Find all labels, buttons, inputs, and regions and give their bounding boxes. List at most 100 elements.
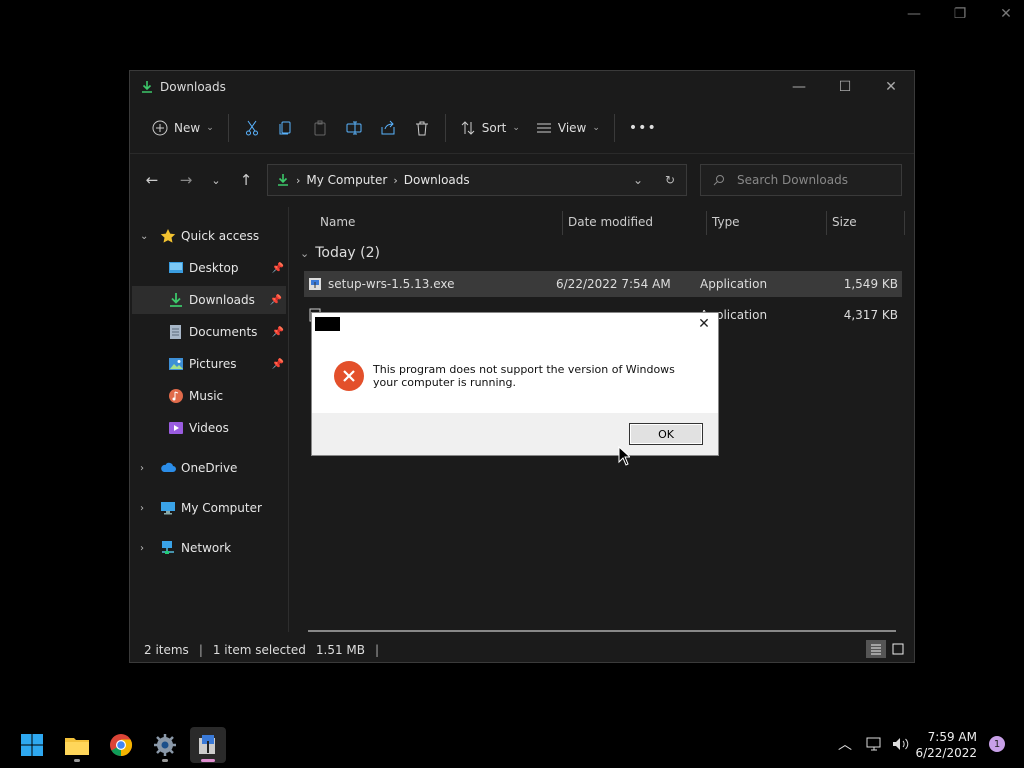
dialog-close-button[interactable]: ✕ [694,315,714,333]
start-button[interactable] [14,727,50,763]
item-count: 2 items [144,643,189,657]
sidebar-item-videos[interactable]: Videos [130,414,288,442]
minimize-icon[interactable]: — [906,6,922,22]
clock-time: 7:59 AM [927,730,977,744]
file-type: Application [700,277,768,291]
rename-button[interactable] [337,110,371,146]
tiles-view-button[interactable] [888,640,908,658]
installer-icon [199,735,215,754]
cloud-icon [161,462,176,472]
chevron-right-icon[interactable]: › [140,463,144,474]
sidebar-item-pictures[interactable]: Pictures 📌 [130,350,288,378]
sidebar-item-music[interactable]: Music [130,382,288,410]
chevron-down-icon: ⌄ [592,123,600,133]
more-options-button[interactable]: ••• [621,110,665,146]
chevron-down-icon[interactable]: ⌄ [140,231,148,242]
sort-label: Sort [481,121,507,135]
sort-button[interactable]: Sort ⌄ [452,110,528,146]
table-row[interactable]: setup-wrs-1.5.13.exe 6/22/2022 7:54 AM A… [304,271,902,297]
cut-button[interactable] [235,110,269,146]
close-button[interactable]: ✕ [868,71,914,103]
refresh-button[interactable]: ↻ [654,173,686,187]
separator [613,114,615,142]
view-toggle [866,640,908,658]
paste-button[interactable] [303,110,337,146]
sidebar-item-label: Quick access [181,229,260,243]
ok-button[interactable]: OK [629,423,703,445]
maximize-button[interactable]: ☐ [822,71,868,103]
recent-locations-button[interactable]: ⌄ [200,164,232,196]
volume-icon[interactable] [892,736,910,752]
videos-icon [169,422,183,434]
column-header-type[interactable]: Type [712,215,740,229]
notification-badge[interactable]: 1 [989,736,1005,752]
chevron-up-icon[interactable]: ︿ [838,734,852,754]
sidebar-item-label: Desktop [189,261,239,275]
back-button[interactable]: ← [136,164,168,196]
taskbar-chrome[interactable] [103,727,139,763]
taskbar-settings[interactable] [147,727,183,763]
search-icon [713,175,724,186]
column-divider[interactable] [706,211,707,235]
sidebar-item-onedrive[interactable]: › OneDrive [130,454,288,482]
sidebar-item-downloads[interactable]: Downloads 📌 [132,286,286,314]
details-view-icon [871,644,881,655]
column-divider[interactable] [904,211,905,235]
sort-icon [461,121,475,135]
view-button[interactable]: View ⌄ [528,110,608,146]
delete-button[interactable] [405,110,439,146]
error-dialog: ✕ This program does not support the vers… [311,312,719,456]
chevron-right-icon[interactable]: › [140,543,144,554]
share-button[interactable] [371,110,405,146]
group-header-today[interactable]: ⌄ Today (2) [300,245,380,261]
minimize-button[interactable]: — [776,71,822,103]
trash-icon [415,121,428,136]
view-list-icon [536,123,551,133]
clock[interactable]: 7:59 AM 6/22/2022 [915,729,977,761]
desktop-window-controls: — ❐ ✕ [906,6,1014,22]
column-divider[interactable] [562,211,563,235]
up-button[interactable]: ↑ [230,164,262,196]
sidebar-item-documents[interactable]: Documents 📌 [130,318,288,346]
new-label: New [174,121,201,135]
installer-icon [309,278,321,290]
column-header-name[interactable]: Name [320,215,355,229]
selection-size: 1.51 MB [315,643,366,657]
close-icon[interactable]: ✕ [998,6,1014,22]
forward-button[interactable]: → [170,164,202,196]
sidebar-item-my-computer[interactable]: › My Computer [130,494,288,522]
taskbar-file-explorer[interactable] [59,727,95,763]
address-bar[interactable]: › My Computer › Downloads ⌄ ↻ [267,164,687,196]
folder-icon [65,738,89,755]
restore-icon[interactable]: ❐ [952,6,968,22]
column-divider[interactable] [826,211,827,235]
column-header-date[interactable]: Date modified [568,215,653,229]
horizontal-scrollbar[interactable] [308,630,896,632]
sidebar-item-label: Documents [189,325,258,339]
network-status-icon[interactable] [866,736,884,752]
title-bar: Downloads — ☐ ✕ [130,71,914,103]
breadcrumb-separator: › [393,173,398,187]
pin-icon: 📌 [271,262,284,274]
details-view-button[interactable] [866,640,886,658]
breadcrumb-downloads[interactable]: Downloads [404,173,470,187]
column-header-size[interactable]: Size [832,215,857,229]
dialog-title-redacted [315,317,340,331]
separator [227,114,229,142]
window-controls: — ☐ ✕ [776,71,914,103]
pin-icon: 📌 [271,358,284,370]
status-separator: | [198,643,203,657]
search-input[interactable] [735,172,889,188]
taskbar-installer[interactable] [190,727,226,763]
copy-button[interactable] [269,110,303,146]
chevron-right-icon[interactable]: › [140,503,144,514]
dialog-title-bar: ✕ [312,313,718,335]
breadcrumb-my-computer[interactable]: My Computer [306,173,387,187]
address-dropdown-button[interactable]: ⌄ [622,173,654,187]
sidebar-item-desktop[interactable]: Desktop 📌 [130,254,288,282]
file-size: 4,317 KB [843,308,898,322]
sidebar-item-network[interactable]: › Network [130,534,288,562]
pictures-icon [169,358,183,370]
sidebar-item-quick-access[interactable]: ⌄ Quick access [130,222,288,250]
new-button[interactable]: New ⌄ [144,110,222,146]
